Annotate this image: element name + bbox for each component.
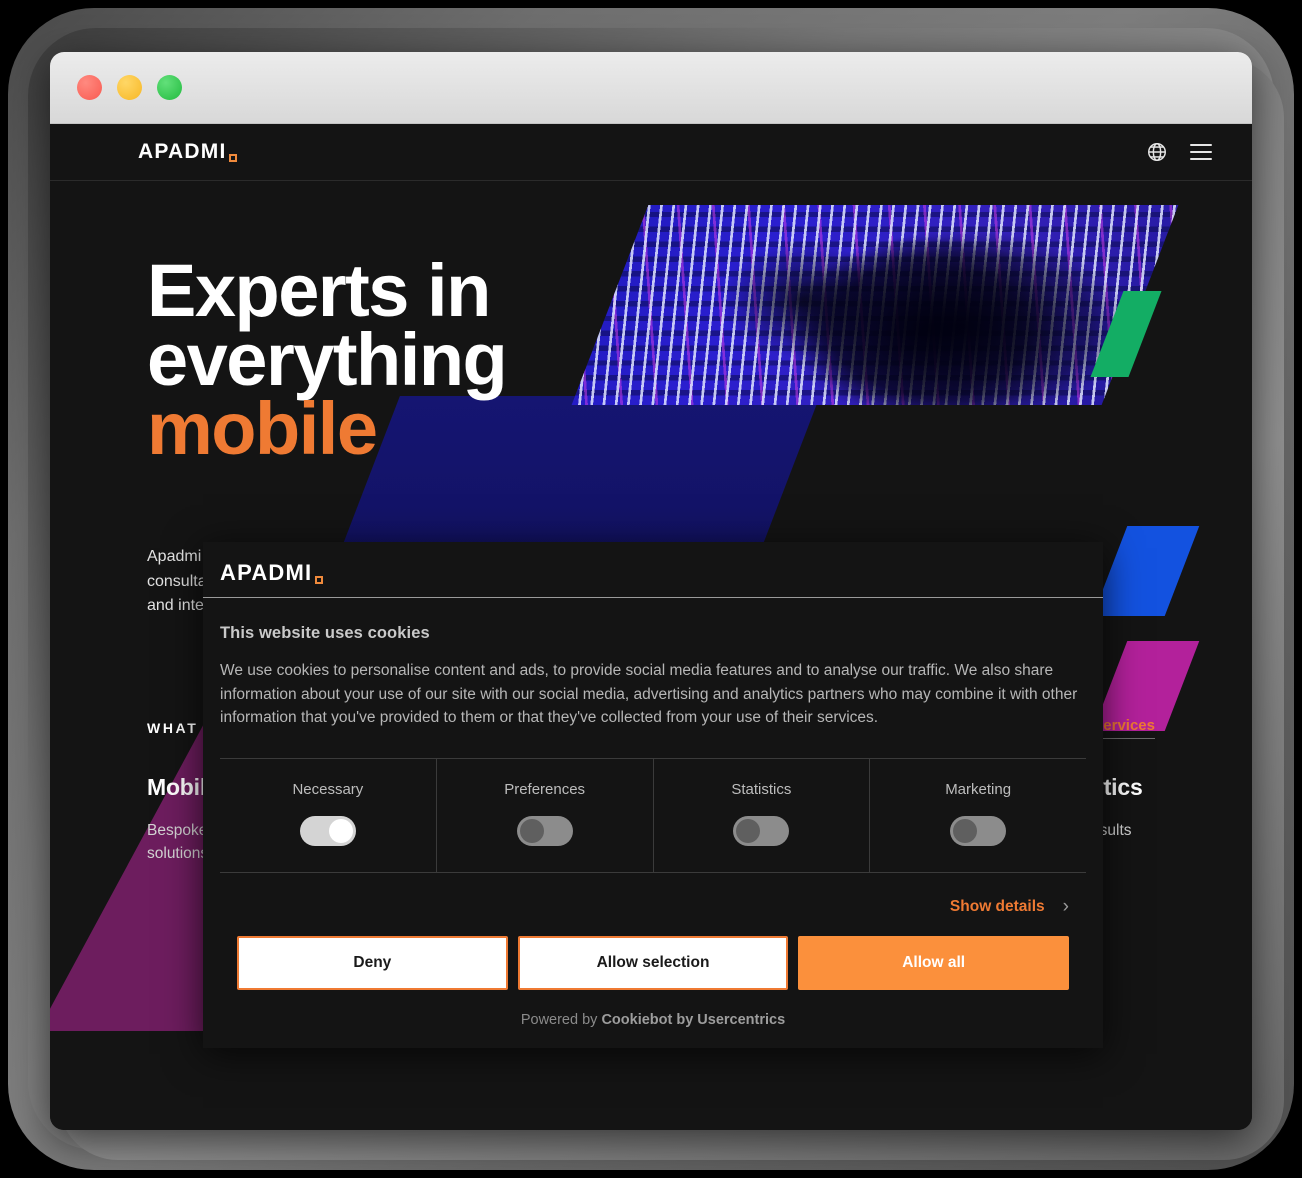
cookie-category-statistics: Statistics — [654, 759, 871, 873]
cookie-consent-dialog: APADMI This website uses cookies We use … — [203, 542, 1103, 1049]
cookie-category-marketing: Marketing — [870, 759, 1086, 872]
powered-by-text: Powered by Cookiebot by Usercentrics — [220, 990, 1086, 1048]
hamburger-menu-icon[interactable] — [1190, 144, 1212, 160]
deny-button[interactable]: Deny — [237, 936, 508, 991]
cookie-dialog-title: This website uses cookies — [220, 624, 430, 642]
chevron-right-icon[interactable]: › — [1063, 897, 1069, 916]
logo-square-icon — [315, 576, 324, 584]
site-logo[interactable]: APADMI — [138, 140, 238, 164]
browser-titlebar — [50, 52, 1252, 124]
cookie-category-label: Preferences — [504, 781, 586, 799]
cookie-category-list: Necessary Preferences Statistics Marketi… — [220, 758, 1086, 874]
powered-by-prefix: Powered by — [520, 1012, 602, 1029]
close-window-button[interactable] — [77, 75, 102, 100]
preferences-toggle[interactable] — [516, 816, 573, 847]
allow-all-button[interactable]: Allow all — [798, 936, 1070, 991]
hero-shape-blue — [1092, 526, 1200, 616]
marketing-toggle[interactable] — [950, 816, 1007, 847]
cookie-dialog-logo: APADMI — [220, 560, 1086, 586]
allow-selection-button[interactable]: Allow selection — [517, 936, 789, 991]
browser-window: APADMI Experts in everything mobile Apad… — [50, 52, 1252, 1130]
hero-title-line-3: mobile — [147, 386, 378, 470]
cookie-button-row: Deny Allow selection Allow all — [220, 936, 1086, 991]
minimize-window-button[interactable] — [117, 75, 142, 100]
logo-square-icon — [229, 154, 238, 162]
cookie-dialog-description: We use cookies to personalise content an… — [220, 662, 1078, 727]
cookie-category-label: Necessary — [292, 781, 364, 799]
globe-icon[interactable] — [1146, 141, 1168, 163]
cookie-dialog-header: APADMI — [203, 542, 1103, 598]
show-details-row: Show details › — [220, 873, 1086, 936]
site-header-actions — [1146, 141, 1212, 163]
hero-title: Experts in everything mobile — [147, 254, 617, 470]
powered-by-brand[interactable]: Cookiebot by Usercentrics — [601, 1012, 785, 1028]
cookie-category-preferences: Preferences — [437, 759, 654, 873]
cookie-dialog-logo-text: APADMI — [220, 560, 313, 585]
cookie-category-label: Statistics — [731, 781, 792, 799]
cookie-category-label: Marketing — [945, 781, 1012, 799]
maximize-window-button[interactable] — [157, 75, 182, 100]
hero-photo — [571, 205, 1179, 405]
website-viewport: APADMI Experts in everything mobile Apad… — [50, 124, 1252, 1130]
site-logo-text: APADMI — [138, 140, 227, 163]
statistics-toggle[interactable] — [733, 816, 790, 847]
screenshot-stage: APADMI Experts in everything mobile Apad… — [0, 0, 1302, 1178]
necessary-toggle[interactable] — [299, 816, 356, 847]
cookie-category-necessary: Necessary — [220, 759, 437, 873]
cookie-dialog-body: This website uses cookies We use cookies… — [203, 598, 1103, 1048]
show-details-link[interactable]: Show details — [950, 898, 1045, 916]
site-header: APADMI — [50, 124, 1252, 181]
